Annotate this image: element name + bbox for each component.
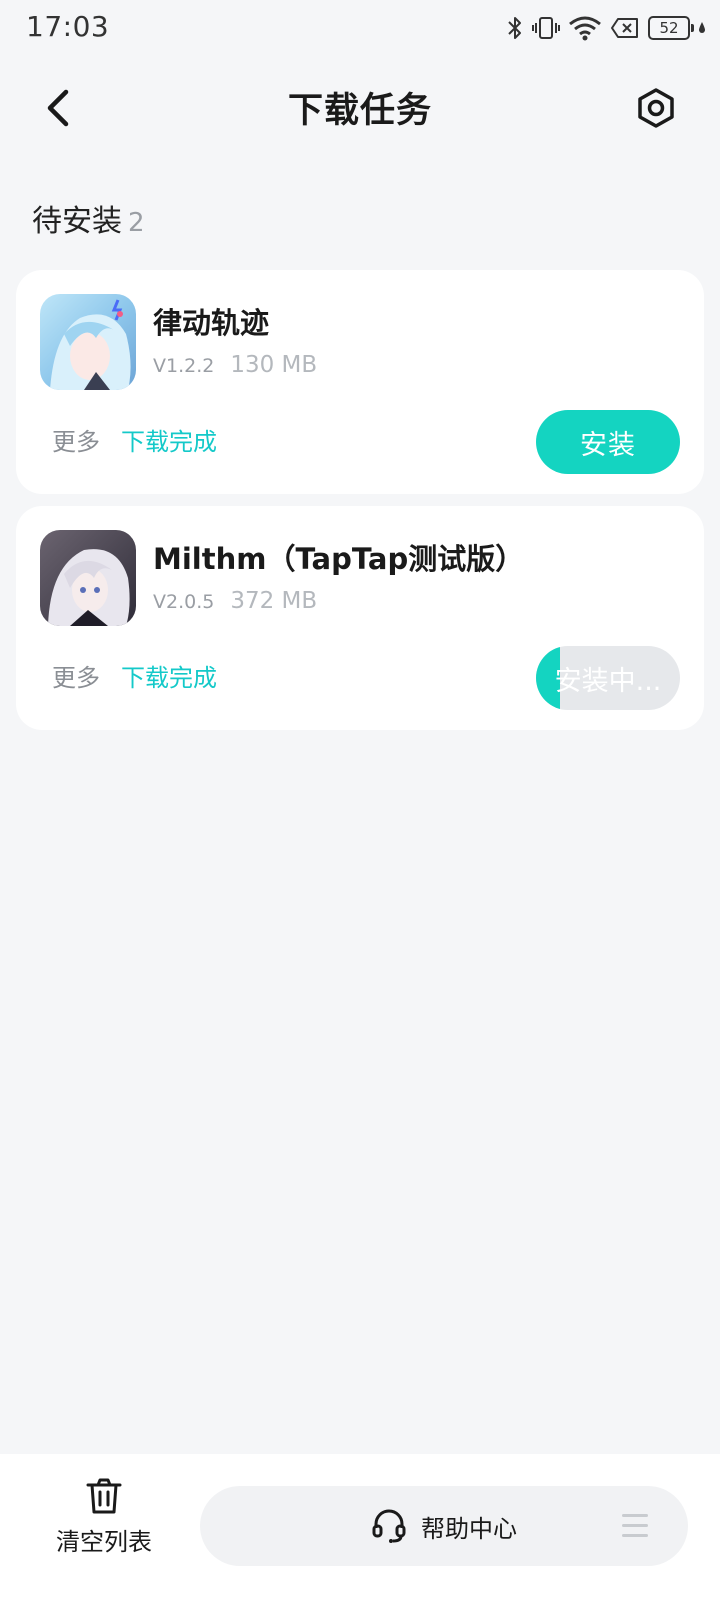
app-name: Milthm（TapTap测试版） bbox=[153, 542, 525, 576]
page-title: 下载任务 bbox=[287, 91, 432, 131]
app-icon bbox=[40, 530, 136, 626]
download-task-card: 律动轨迹 V1.2.2 130 MB 更多 下载完成 安装 bbox=[16, 270, 704, 494]
app-icon-image bbox=[40, 530, 136, 626]
vibrate-icon bbox=[532, 17, 560, 39]
download-status: 下载完成 bbox=[121, 428, 217, 456]
download-tasks-screen: 17:03 52 下载任务 待安装 2 律动轨迹 V1.2.2 130 MB 更… bbox=[0, 0, 720, 1600]
settings-button[interactable] bbox=[628, 80, 684, 136]
help-center-button[interactable]: 帮助中心 bbox=[200, 1486, 688, 1566]
section-title-label: 待安装 bbox=[32, 204, 122, 239]
bluetooth-icon bbox=[508, 17, 521, 39]
download-status: 下载完成 bbox=[121, 664, 217, 692]
trash-icon bbox=[86, 1478, 122, 1514]
app-version: V1.2.2 bbox=[153, 355, 215, 377]
status-icons: 52 bbox=[506, 12, 706, 44]
hexagon-settings-icon bbox=[638, 88, 674, 128]
clear-list-label: 清空列表 bbox=[56, 1528, 152, 1556]
more-button[interactable]: 更多 bbox=[52, 658, 100, 693]
menu-icon bbox=[622, 1514, 648, 1538]
help-center-content: 帮助中心 bbox=[200, 1486, 688, 1566]
more-button[interactable]: 更多 bbox=[52, 422, 100, 457]
battery-indicator: 52 bbox=[648, 16, 694, 40]
app-version: V2.0.5 bbox=[153, 591, 215, 613]
status-bar: 17:03 52 bbox=[0, 0, 720, 56]
status-time: 17:03 bbox=[26, 10, 110, 43]
wifi-icon bbox=[569, 16, 601, 41]
charging-drop-icon bbox=[699, 22, 705, 33]
section-title: 待安装 2 bbox=[32, 196, 145, 240]
no-sim-icon bbox=[611, 18, 638, 38]
app-meta: V2.0.5 372 MB bbox=[153, 588, 317, 614]
headset-icon bbox=[372, 1509, 406, 1543]
app-name: 律动轨迹 bbox=[153, 306, 270, 340]
app-meta: V1.2.2 130 MB bbox=[153, 352, 317, 378]
bottom-bar: 清空列表 帮助中心 bbox=[0, 1454, 720, 1600]
install-button[interactable]: 安装 bbox=[536, 410, 680, 474]
app-size: 372 MB bbox=[230, 588, 318, 614]
section-count: 2 bbox=[128, 208, 145, 238]
help-center-label: 帮助中心 bbox=[421, 1514, 517, 1543]
install-progress-label: 安装中... bbox=[554, 665, 662, 697]
clear-list-button[interactable]: 清空列表 bbox=[36, 1476, 172, 1576]
download-task-card: Milthm（TapTap测试版） V2.0.5 372 MB 更多 下载完成 … bbox=[16, 506, 704, 730]
app-size: 130 MB bbox=[230, 352, 318, 378]
app-icon-image bbox=[40, 294, 136, 390]
app-icon bbox=[40, 294, 136, 390]
installing-progress-button[interactable]: 安装中... bbox=[536, 646, 680, 710]
header: 下载任务 bbox=[0, 60, 720, 156]
